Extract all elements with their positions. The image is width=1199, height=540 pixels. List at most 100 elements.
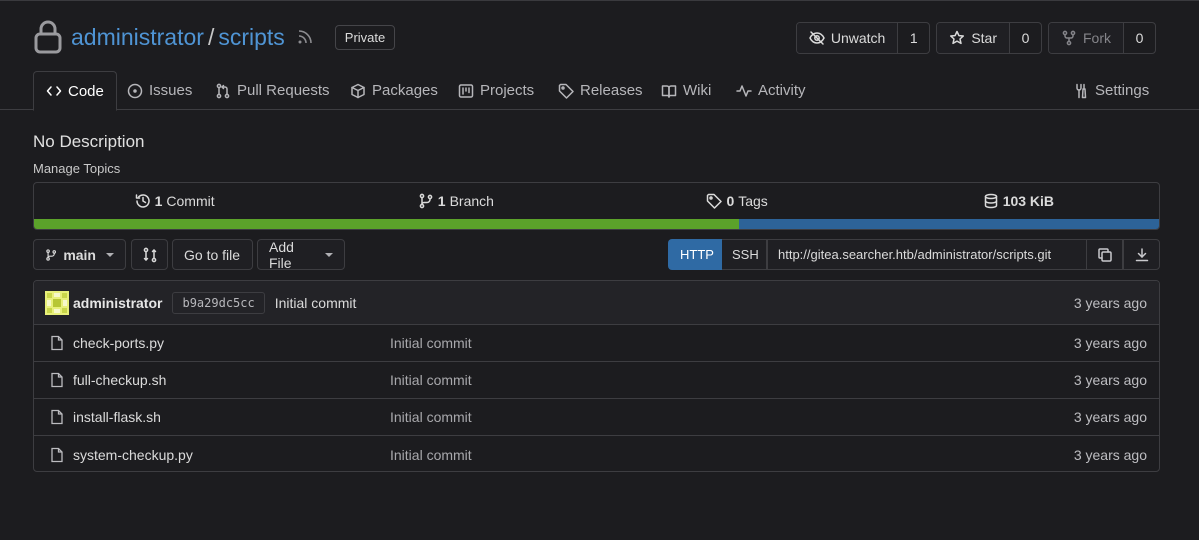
tab-code-label: Code — [68, 82, 104, 100]
file-commit-message[interactable]: Initial commit — [390, 409, 472, 425]
unwatch-label: Unwatch — [830, 30, 886, 46]
code-icon — [46, 86, 62, 96]
branches-stat[interactable]: 1 Branch — [315, 183, 596, 219]
branches-label: Branch — [449, 193, 494, 209]
avatar[interactable] — [45, 290, 69, 315]
tab-activity[interactable]: Activity — [724, 71, 818, 110]
branch-selector[interactable]: main — [33, 239, 126, 270]
branch-icon — [46, 248, 57, 261]
tab-issues-label: Issues — [149, 82, 193, 99]
branch-icon — [419, 193, 433, 209]
star-label: Star — [971, 30, 997, 46]
repo-toolbar: main Go to file Add File HTTP SSH http:/… — [33, 238, 1160, 271]
tab-packages-label: Packages — [372, 82, 438, 99]
file-commit-time: 3 years ago — [1073, 446, 1147, 463]
latest-commit-row: administrator b9a29dc5cc Initial commit … — [34, 281, 1159, 325]
clone-url-input[interactable]: http://gitea.searcher.htb/administrator/… — [767, 239, 1087, 270]
manage-topics-link[interactable]: Manage Topics — [33, 161, 120, 176]
star-button[interactable]: Star — [937, 23, 1009, 53]
file-name-link[interactable]: install-flask.sh — [73, 409, 161, 425]
repo-name-link[interactable]: scripts — [218, 24, 284, 51]
tab-pull-requests[interactable]: Pull Requests — [203, 71, 342, 110]
file-commit-message[interactable]: Initial commit — [390, 335, 472, 351]
tab-wiki-label: Wiki — [683, 82, 712, 99]
http-button[interactable]: HTTP — [668, 239, 722, 270]
file-icon — [51, 409, 63, 425]
pulse-icon — [736, 84, 752, 97]
tab-settings-label: Settings — [1095, 82, 1150, 99]
download-button[interactable] — [1123, 239, 1160, 270]
tab-activity-label: Activity — [758, 82, 806, 99]
tags-count: 0 — [726, 193, 735, 209]
download-icon — [1135, 247, 1148, 261]
lock-icon — [34, 20, 62, 54]
file-icon — [51, 372, 63, 388]
table-row: full-checkup.sh Initial commit 3 years a… — [34, 362, 1159, 399]
file-name-link[interactable]: system-checkup.py — [73, 447, 193, 463]
fork-button[interactable]: Fork — [1049, 23, 1123, 53]
repo-stats: 1 Commit 1 Branch 0 Tags 103 KiB — [33, 182, 1160, 230]
file-commit-time: 3 years ago — [1073, 372, 1147, 388]
table-row: system-checkup.py Initial commit 3 years… — [34, 436, 1159, 471]
commits-label: Commit — [166, 193, 215, 209]
copy-icon — [1097, 247, 1112, 262]
tag-icon — [558, 83, 574, 99]
file-name-link[interactable]: check-ports.py — [73, 335, 164, 351]
file-commit-message[interactable]: Initial commit — [390, 447, 472, 463]
book-icon — [661, 84, 677, 98]
file-commit-time: 3 years ago — [1073, 409, 1147, 425]
fork-group: Fork 0 — [1048, 22, 1156, 54]
tab-releases-label: Releases — [580, 82, 643, 99]
commits-stat[interactable]: 1 Commit — [34, 183, 315, 219]
copy-url-button[interactable] — [1086, 239, 1123, 270]
branches-count: 1 — [437, 193, 446, 209]
file-list: administrator b9a29dc5cc Initial commit … — [33, 280, 1160, 472]
tab-issues[interactable]: Issues — [115, 71, 204, 110]
ssh-button[interactable]: SSH — [722, 239, 767, 270]
table-row: check-ports.py Initial commit 3 years ag… — [34, 325, 1159, 362]
add-file-label: Add File — [269, 238, 294, 271]
file-name-link[interactable]: full-checkup.sh — [73, 372, 166, 388]
size-stat: 103 KiB — [878, 183, 1159, 219]
project-icon — [458, 83, 474, 98]
rss-icon[interactable] — [297, 29, 313, 45]
file-commit-message[interactable]: Initial commit — [390, 372, 472, 388]
branch-name: main — [63, 246, 96, 263]
tab-projects[interactable]: Projects — [446, 71, 546, 110]
chevron-down-icon — [325, 252, 333, 257]
repo-size: 103 KiB — [1002, 193, 1055, 209]
commit-sha[interactable]: b9a29dc5cc — [172, 291, 265, 314]
file-commit-time: 3 years ago — [1073, 335, 1147, 351]
repo-description: No Description — [33, 132, 145, 151]
fork-count[interactable]: 0 — [1123, 23, 1155, 53]
file-icon — [51, 335, 63, 351]
go-to-file-button[interactable]: Go to file — [172, 239, 253, 270]
unwatch-button[interactable]: Unwatch — [796, 23, 898, 53]
repo-separator: / — [207, 23, 215, 50]
language-bar — [34, 219, 1159, 229]
star-count[interactable]: 0 — [1009, 23, 1041, 53]
star-group: Star 0 — [936, 22, 1042, 54]
tags-stat[interactable]: 0 Tags — [597, 183, 878, 219]
tab-releases[interactable]: Releases — [546, 71, 655, 110]
language-segment — [739, 219, 1159, 229]
compare-button[interactable] — [131, 239, 168, 270]
fork-icon — [1062, 30, 1076, 46]
watch-group: Unwatch 1 — [795, 22, 931, 54]
compare-icon — [143, 247, 156, 262]
commit-message[interactable]: Initial commit — [275, 295, 357, 311]
add-file-button[interactable]: Add File — [257, 238, 345, 271]
private-badge: Private — [334, 24, 396, 50]
watch-count[interactable]: 1 — [897, 23, 929, 53]
tab-packages[interactable]: Packages — [338, 71, 450, 110]
repo-owner-link[interactable]: administrator — [71, 24, 204, 51]
tab-code[interactable]: Code — [33, 71, 117, 111]
fork-label: Fork — [1083, 30, 1111, 46]
tab-wiki[interactable]: Wiki — [649, 71, 723, 110]
language-segment — [34, 219, 740, 229]
table-row: install-flask.sh Initial commit 3 years … — [34, 399, 1159, 436]
issue-icon — [127, 83, 143, 98]
tab-pull-requests-label: Pull Requests — [237, 82, 330, 99]
tab-settings[interactable]: Settings — [1061, 71, 1161, 110]
commit-author[interactable]: administrator — [73, 295, 162, 311]
